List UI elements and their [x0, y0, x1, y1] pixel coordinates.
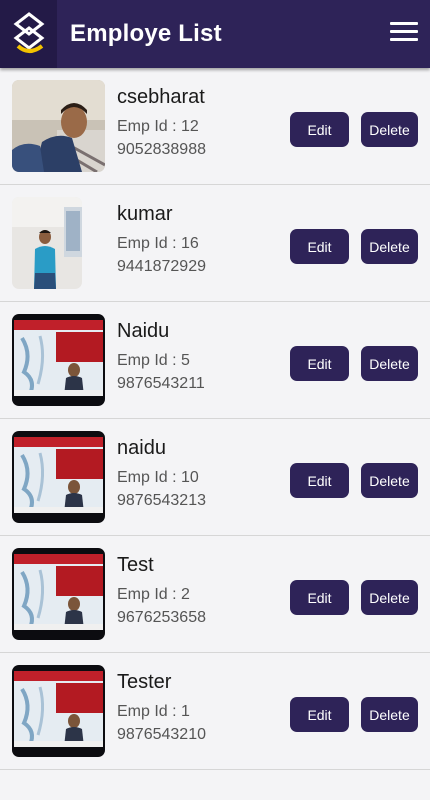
person-standing-image — [12, 197, 82, 289]
edit-button[interactable]: Edit — [290, 463, 349, 498]
employee-phone: 9052838988 — [117, 141, 206, 158]
employee-list: csebharat Emp Id : 12 9052838988 Edit De… — [0, 68, 430, 770]
employee-name: Naidu — [117, 320, 170, 342]
edit-button[interactable]: Edit — [290, 697, 349, 732]
logo-icon — [13, 12, 44, 53]
employee-row: kumar Emp Id : 16 9441872929 Edit Delete — [0, 185, 430, 302]
page-title: Employe List — [70, 20, 222, 47]
employee-row: Naidu Emp Id : 5 9876543211 Edit Delete — [0, 302, 430, 419]
employee-phone: 9876543213 — [117, 492, 206, 509]
employee-id: Emp Id : 5 — [117, 352, 190, 369]
employee-row: csebharat Emp Id : 12 9052838988 Edit De… — [0, 68, 430, 185]
employee-phone: 9676253658 — [117, 609, 206, 626]
app-logo — [0, 0, 57, 68]
employee-id: Emp Id : 1 — [117, 703, 190, 720]
edit-button[interactable]: Edit — [290, 346, 349, 381]
employee-info: naidu Emp Id : 10 9876543213 — [117, 437, 206, 512]
hamburger-menu-icon[interactable] — [390, 22, 418, 46]
employee-info: Test Emp Id : 2 9676253658 — [117, 554, 206, 629]
delete-button[interactable]: Delete — [361, 697, 418, 732]
employee-photo — [12, 197, 82, 289]
employee-phone: 9876543210 — [117, 726, 206, 743]
person-selfie-image — [12, 80, 105, 172]
tv-news-image — [12, 431, 105, 523]
employee-info: Naidu Emp Id : 5 9876543211 — [117, 320, 205, 395]
employee-photo — [12, 431, 105, 523]
employee-id: Emp Id : 12 — [117, 118, 199, 135]
edit-button[interactable]: Edit — [290, 580, 349, 615]
employee-name: naidu — [117, 437, 166, 459]
edit-button[interactable]: Edit — [290, 112, 349, 147]
employee-row: Test Emp Id : 2 9676253658 Edit Delete — [0, 536, 430, 653]
delete-button[interactable]: Delete — [361, 463, 418, 498]
employee-id: Emp Id : 2 — [117, 586, 190, 603]
employee-id: Emp Id : 16 — [117, 235, 199, 252]
tv-news-image — [12, 665, 105, 757]
employee-photo — [12, 548, 105, 640]
app-bar: Employe List — [0, 0, 430, 68]
employee-row: Tester Emp Id : 1 9876543210 Edit Delete — [0, 653, 430, 770]
delete-button[interactable]: Delete — [361, 112, 418, 147]
employee-photo — [12, 665, 105, 757]
employee-name: Test — [117, 554, 154, 576]
employee-info: csebharat Emp Id : 12 9052838988 — [117, 86, 206, 161]
edit-button[interactable]: Edit — [290, 229, 349, 264]
employee-photo — [12, 314, 105, 406]
employee-name: kumar — [117, 203, 173, 225]
employee-photo — [12, 80, 105, 172]
delete-button[interactable]: Delete — [361, 580, 418, 615]
tv-news-image — [12, 314, 105, 406]
employee-id: Emp Id : 10 — [117, 469, 199, 486]
employee-name: Tester — [117, 671, 172, 693]
employee-info: Tester Emp Id : 1 9876543210 — [117, 671, 206, 746]
employee-name: csebharat — [117, 86, 205, 108]
employee-phone: 9876543211 — [117, 375, 205, 392]
delete-button[interactable]: Delete — [361, 346, 418, 381]
employee-phone: 9441872929 — [117, 258, 206, 275]
tv-news-image — [12, 548, 105, 640]
employee-info: kumar Emp Id : 16 9441872929 — [117, 203, 206, 278]
delete-button[interactable]: Delete — [361, 229, 418, 264]
employee-row: naidu Emp Id : 10 9876543213 Edit Delete — [0, 419, 430, 536]
